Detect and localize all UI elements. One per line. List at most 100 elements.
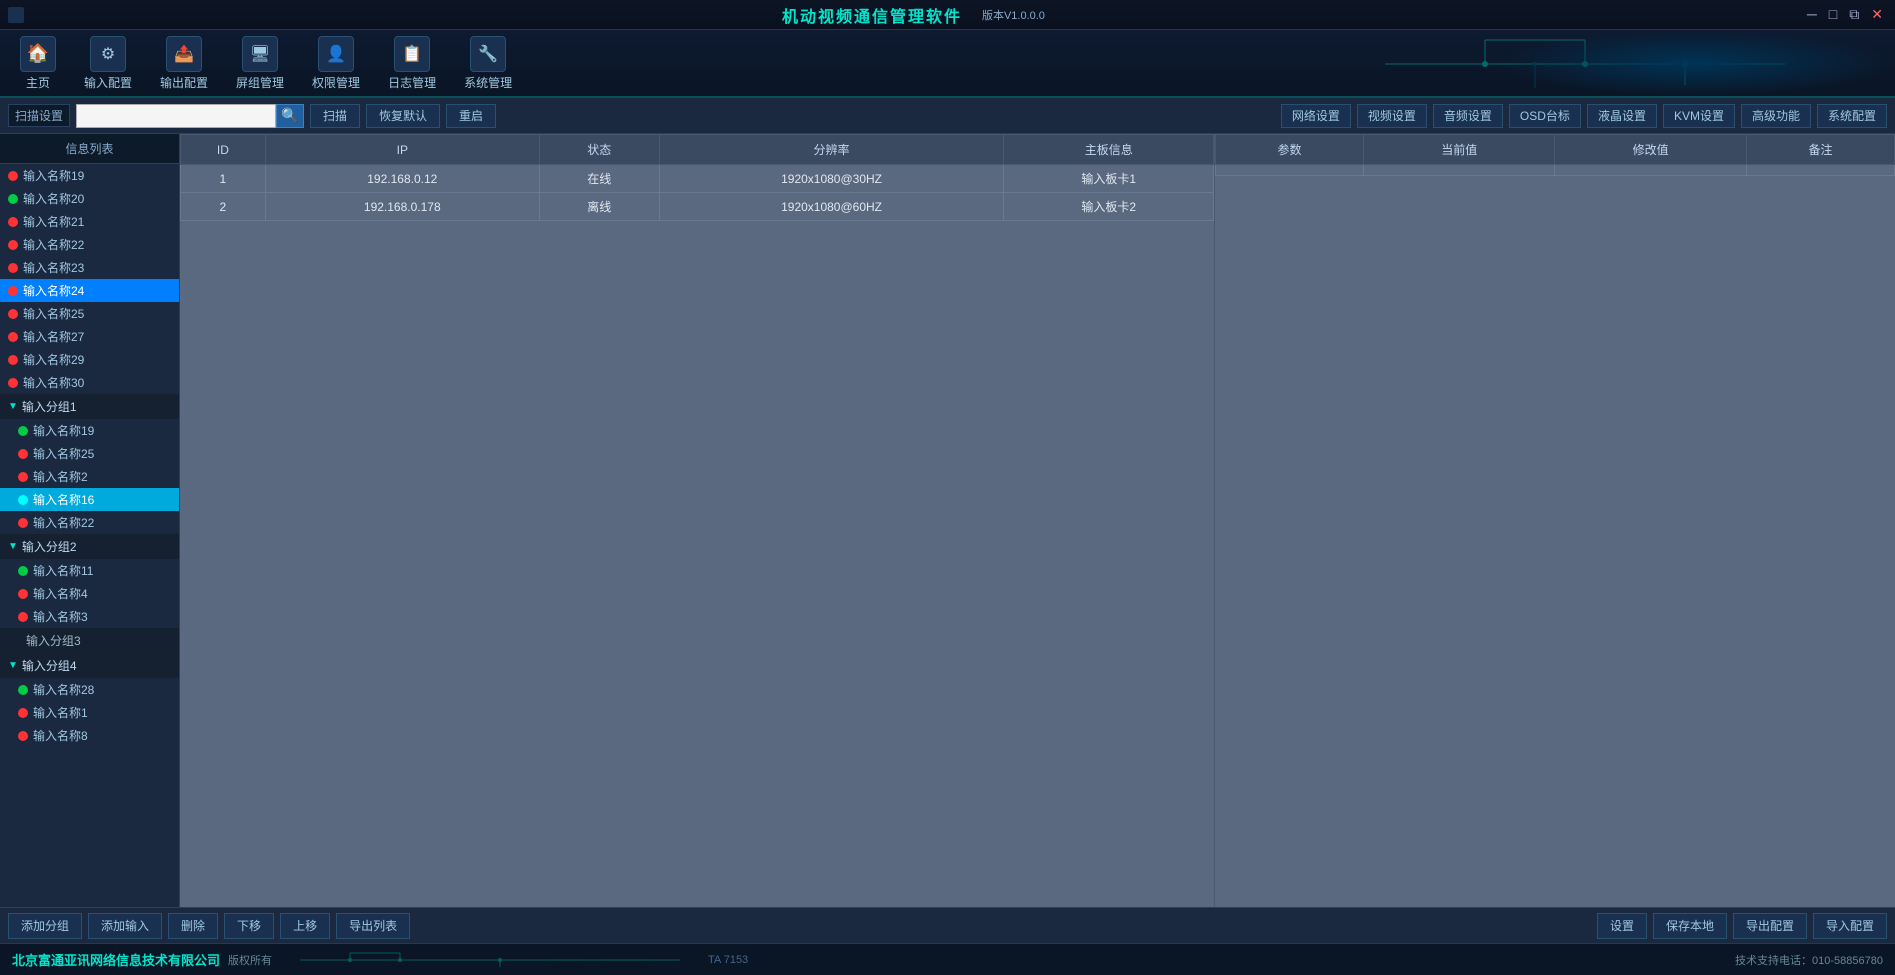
restore-default-button[interactable]: 恢复默认 (366, 104, 440, 128)
group-header-3[interactable]: 输入分组3 (0, 628, 179, 653)
cell-ip: 192.168.0.178 (265, 193, 539, 221)
search-button[interactable]: 🔍 (276, 104, 304, 128)
nav-home[interactable]: 🏠 主页 (10, 32, 66, 95)
item-label: 输入名称21 (23, 213, 84, 230)
list-item[interactable]: 输入名称22 (0, 511, 179, 534)
right-col-current: 当前值 (1364, 135, 1555, 165)
right-table-row (1216, 165, 1895, 176)
list-item[interactable]: 输入名称2 (0, 465, 179, 488)
item-label: 输入名称19 (33, 422, 94, 439)
cell-board: 输入板卡2 (1004, 193, 1214, 221)
table-row[interactable]: 1 192.168.0.12 在线 1920x1080@30HZ 输入板卡1 (181, 165, 1214, 193)
list-item[interactable]: 输入名称19 (0, 419, 179, 442)
item-label: 输入名称22 (33, 514, 94, 531)
item-label: 输入名称20 (23, 190, 84, 207)
minimize-button[interactable]: ─ (1803, 6, 1821, 23)
statusbar-circuit (300, 950, 700, 970)
status-dot-green (18, 566, 28, 576)
group-label: 输入分组4 (22, 657, 77, 674)
reset-button[interactable]: 重启 (446, 104, 496, 128)
statusbar-left: 北京富通亚讯网络信息技术有限公司 版权所有 TA 7153 (12, 950, 748, 970)
list-item[interactable]: 输入名称28 (0, 678, 179, 701)
nav-input-config[interactable]: ⚙ 输入配置 (74, 32, 142, 95)
network-settings-button[interactable]: 网络设置 (1281, 104, 1351, 128)
status-dot-red (8, 332, 18, 342)
group-header-1[interactable]: ▼ 输入分组1 (0, 394, 179, 419)
list-item[interactable]: 输入名称11 (0, 559, 179, 582)
move-down-button[interactable]: 下移 (224, 913, 274, 939)
list-item[interactable]: 输入名称29 (0, 348, 179, 371)
audio-settings-button[interactable]: 音频设置 (1433, 104, 1503, 128)
scan-settings-label: 扫描设置 (8, 104, 70, 127)
scan-button[interactable]: 扫描 (310, 104, 360, 128)
add-group-button[interactable]: 添加分组 (8, 913, 82, 939)
status-dot-green (18, 426, 28, 436)
cell-resolution: 1920x1080@30HZ (659, 165, 1004, 193)
status-dot-red (18, 708, 28, 718)
nav-output-config-label: 输出配置 (160, 74, 208, 91)
move-up-button[interactable]: 上移 (280, 913, 330, 939)
nav-perm-mgmt[interactable]: 👤 权限管理 (302, 32, 370, 95)
list-item[interactable]: 输入名称22 (0, 233, 179, 256)
list-item[interactable]: 输入名称19 (0, 164, 179, 187)
system-config-button[interactable]: 系统配置 (1817, 104, 1887, 128)
nav-log-mgmt[interactable]: 📋 日志管理 (378, 32, 446, 95)
group-header-4[interactable]: ▼ 输入分组4 (0, 653, 179, 678)
col-ip: IP (265, 135, 539, 165)
delete-button[interactable]: 删除 (168, 913, 218, 939)
titlebar-center: 机动视频通信管理软件 版本V1.0.0.0 (782, 3, 1045, 27)
nav-screen-mgmt[interactable]: 🖥 屏组管理 (226, 32, 294, 95)
kvm-settings-button[interactable]: KVM设置 (1663, 104, 1735, 128)
list-item-active-24[interactable]: 输入名称24 (0, 279, 179, 302)
list-item[interactable]: 输入名称21 (0, 210, 179, 233)
search-input[interactable] (76, 104, 276, 128)
list-item[interactable]: 输入名称30 (0, 371, 179, 394)
item-label: 输入名称25 (33, 445, 94, 462)
save-local-button[interactable]: 保存本地 (1653, 913, 1727, 939)
export-list-button[interactable]: 导出列表 (336, 913, 410, 939)
cell-status: 离线 (539, 193, 659, 221)
table-row[interactable]: 2 192.168.0.178 离线 1920x1080@60HZ 输入板卡2 (181, 193, 1214, 221)
restore-button[interactable]: ⧉ (1845, 6, 1863, 23)
list-item[interactable]: 输入名称23 (0, 256, 179, 279)
toolbar: 扫描设置 🔍 扫描 恢复默认 重启 网络设置 视频设置 音频设置 OSD台标 液… (0, 98, 1895, 134)
list-item[interactable]: 输入名称25 (0, 302, 179, 325)
maximize-button[interactable]: □ (1825, 6, 1841, 23)
item-label: 输入名称11 (33, 562, 93, 579)
list-item[interactable]: 输入名称4 (0, 582, 179, 605)
circuit-svg (1385, 30, 1885, 96)
cell-id: 2 (181, 193, 266, 221)
nav-output-config[interactable]: 📤 输出配置 (150, 32, 218, 95)
export-config-button[interactable]: 导出配置 (1733, 913, 1807, 939)
item-label: 输入名称27 (23, 328, 84, 345)
lcd-settings-button[interactable]: 液晶设置 (1587, 104, 1657, 128)
advanced-function-button[interactable]: 高级功能 (1741, 104, 1811, 128)
list-item[interactable]: 输入名称8 (0, 724, 179, 747)
nav-sys-config[interactable]: 🔧 系统管理 (454, 32, 522, 95)
group-header-2[interactable]: ▼ 输入分组2 (0, 534, 179, 559)
search-box: 🔍 (76, 104, 304, 128)
list-item-active-16[interactable]: 输入名称16 (0, 488, 179, 511)
status-dot-red (18, 731, 28, 741)
osd-settings-button[interactable]: OSD台标 (1509, 104, 1581, 128)
list-item[interactable]: 输入名称1 (0, 701, 179, 724)
right-cell (1216, 165, 1364, 176)
perm-mgmt-icon: 👤 (318, 36, 354, 72)
import-config-button[interactable]: 导入配置 (1813, 913, 1887, 939)
item-label: 输入名称3 (33, 608, 88, 625)
add-input-button[interactable]: 添加输入 (88, 913, 162, 939)
nav-home-label: 主页 (26, 74, 50, 91)
status-dot-green (18, 685, 28, 695)
list-item[interactable]: 输入名称27 (0, 325, 179, 348)
status-dot-red (18, 518, 28, 528)
item-label: 输入名称16 (33, 491, 94, 508)
col-board: 主板信息 (1004, 135, 1214, 165)
video-settings-button[interactable]: 视频设置 (1357, 104, 1427, 128)
close-button[interactable]: ✕ (1867, 6, 1887, 23)
list-item[interactable]: 输入名称25 (0, 442, 179, 465)
settings-button[interactable]: 设置 (1597, 913, 1647, 939)
triangle-icon: ▼ (8, 401, 18, 412)
list-item[interactable]: 输入名称20 (0, 187, 179, 210)
list-item[interactable]: 输入名称3 (0, 605, 179, 628)
nav-perm-mgmt-label: 权限管理 (312, 74, 360, 91)
